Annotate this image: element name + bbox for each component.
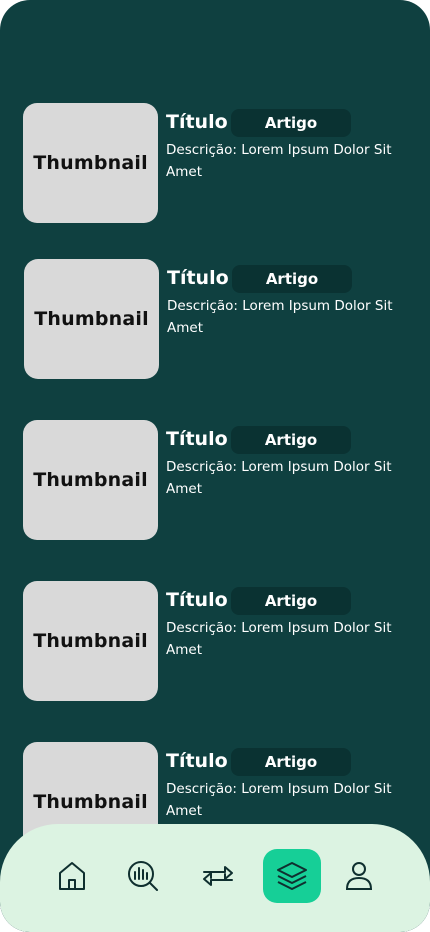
card-description: Descrição: Lorem Ipsum Dolor Sit Amet bbox=[166, 620, 392, 658]
user-icon bbox=[345, 862, 373, 890]
card-title: Título bbox=[166, 428, 228, 450]
nav-home-button[interactable] bbox=[43, 849, 101, 903]
thumbnail: Thumbnail bbox=[24, 259, 159, 379]
card-description: Descrição: Lorem Ipsum Dolor Sit Amet bbox=[166, 781, 392, 819]
category-badge: Artigo bbox=[231, 426, 351, 454]
nav-transfer-button[interactable] bbox=[189, 849, 247, 903]
card-title: Título bbox=[166, 750, 228, 772]
nav-analytics-button[interactable] bbox=[114, 849, 172, 903]
category-badge: Artigo bbox=[232, 265, 352, 293]
thumbnail: Thumbnail bbox=[23, 581, 158, 701]
transfer-arrows-icon bbox=[203, 866, 233, 886]
thumbnail: Thumbnail bbox=[23, 420, 158, 540]
card-title: Título bbox=[166, 589, 228, 611]
card-title: Título bbox=[167, 267, 229, 289]
thumbnail: Thumbnail bbox=[23, 103, 158, 223]
content-card[interactable]: Thumbnail Título Artigo Descrição: Lorem… bbox=[23, 420, 413, 542]
category-badge: Artigo bbox=[231, 109, 351, 137]
card-title: Título bbox=[166, 111, 228, 133]
card-description: Descrição: Lorem Ipsum Dolor Sit Amet bbox=[167, 298, 393, 336]
content-card[interactable]: Thumbnail Título Artigo Descrição: Lorem… bbox=[23, 103, 413, 225]
card-description: Descrição: Lorem Ipsum Dolor Sit Amet bbox=[166, 459, 392, 497]
category-badge: Artigo bbox=[231, 587, 351, 615]
nav-layers-button[interactable] bbox=[263, 849, 321, 903]
app-screen: Thumbnail Título Artigo Descrição: Lorem… bbox=[0, 0, 430, 932]
analytics-search-icon bbox=[128, 861, 158, 891]
content-card[interactable]: Thumbnail Título Artigo Descrição: Lorem… bbox=[23, 581, 413, 703]
home-icon bbox=[59, 862, 85, 890]
bottom-navigation bbox=[0, 824, 430, 932]
category-badge: Artigo bbox=[231, 748, 351, 776]
card-description: Descrição: Lorem Ipsum Dolor Sit Amet bbox=[166, 142, 392, 180]
nav-profile-button[interactable] bbox=[330, 849, 388, 903]
content-card[interactable]: Thumbnail Título Artigo Descrição: Lorem… bbox=[24, 259, 414, 381]
layers-icon bbox=[277, 862, 307, 890]
